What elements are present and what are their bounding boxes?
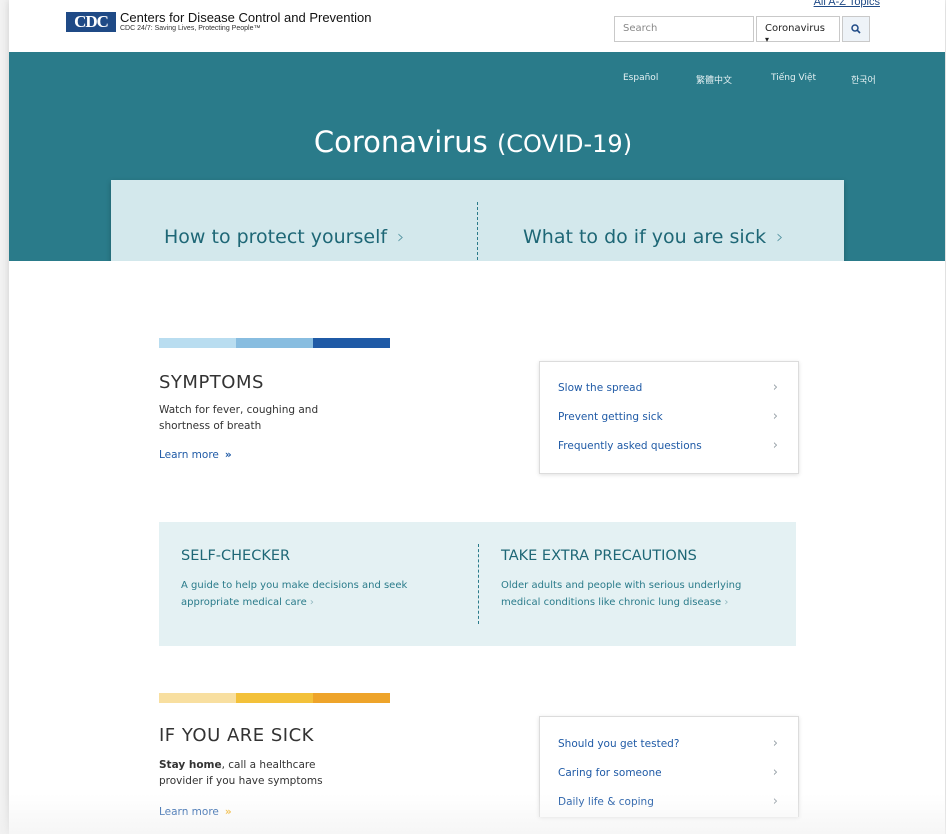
protect-yourself-label: How to protect yourself [164,226,388,248]
chevron-right-icon: › [772,409,778,424]
protect-yourself-link[interactable]: How to protect yourself › [164,226,405,248]
self-checker-precautions-box: SELF-CHECKER A guide to help you make de… [159,522,796,646]
search-button[interactable] [842,16,870,42]
chevron-right-icon: › [397,226,405,248]
cdc-logo[interactable]: CDC [66,12,116,32]
link-should-you-get-tested[interactable]: Should you get tested? › [540,730,798,759]
link-faq[interactable]: Frequently asked questions › [540,432,798,461]
tagline: CDC 24/7: Saving Lives, Protecting Peopl… [120,25,261,32]
link-caring-for-someone[interactable]: Caring for someone › [540,759,798,788]
symptoms-bar-1 [159,338,236,348]
link-prevent-getting-sick[interactable]: Prevent getting sick › [540,403,798,432]
org-name[interactable]: Centers for Disease Control and Preventi… [120,10,371,25]
symptoms-bar-3 [313,338,390,348]
sick-bar-3 [313,693,390,703]
sick-links-card: Should you get tested? › Caring for someo… [539,716,799,817]
link-label: Frequently asked questions [558,440,702,452]
link-slow-the-spread[interactable]: Slow the spread › [540,374,798,403]
self-checker-title[interactable]: SELF-CHECKER [181,548,290,564]
if-sick-learn-more[interactable]: Learn more » [159,806,232,818]
link-daily-life-coping[interactable]: Daily life & coping › [540,788,798,817]
page-title-main: Coronavirus [313,125,488,159]
hero-divider [477,202,478,270]
symptoms-description: Watch for fever, coughing and shortness … [159,404,319,432]
search-scope-label: Coronavirus [765,23,825,34]
chevron-right-icon: › [776,226,784,248]
sick-bar-2 [236,693,313,703]
chevron-down-icon: ▾ [765,35,770,44]
link-label: Prevent getting sick [558,411,663,423]
if-sick-description: Stay home, call a healthcare provider if… [159,757,359,789]
if-sick-label: What to do if you are sick [523,226,767,248]
chevron-right-icon: › [309,597,314,608]
symptoms-learn-more[interactable]: Learn more » [159,449,232,461]
learn-more-label: Learn more [159,449,219,461]
if-sick-title: IF YOU ARE SICK [159,725,314,746]
search-input[interactable]: Search [614,16,754,42]
chevron-right-icon: › [772,380,778,395]
search-icon [851,24,861,34]
chevron-right-icon: › [772,794,778,809]
double-chevron-right-icon: » [224,806,232,818]
info-divider [478,544,479,624]
precautions-description: Older adults and people with serious und… [501,580,742,608]
precautions-title[interactable]: TAKE EXTRA PRECAUTIONS [501,548,697,564]
symptoms-bar-2 [236,338,313,348]
language-link-vietnamese[interactable]: Tiếng Việt [771,73,816,83]
if-sick-link[interactable]: What to do if you are sick › [523,226,784,248]
link-label: Daily life & coping [558,796,654,808]
link-label: Slow the spread [558,382,643,394]
symptoms-links-card: Slow the spread › Prevent getting sick › F… [539,361,799,474]
language-link-chinese[interactable]: 繁體中文 [696,73,732,86]
chevron-right-icon: › [772,438,778,453]
chevron-right-icon: › [772,736,778,751]
language-link-spanish[interactable]: Español [623,73,658,83]
page-title-sub: (COVID-19) [496,130,633,158]
self-checker-link[interactable]: A guide to help you make decisions and s… [181,577,451,611]
language-link-korean[interactable]: 한국어 [851,73,876,86]
learn-more-label: Learn more [159,806,219,818]
chevron-right-icon: › [772,765,778,780]
chevron-right-icon: › [724,597,729,608]
symptoms-title: SYMPTOMS [159,372,264,393]
stay-home-emphasis: Stay home [159,759,222,771]
sick-bar-1 [159,693,236,703]
self-checker-description: A guide to help you make decisions and s… [181,580,408,608]
link-label: Caring for someone [558,767,662,779]
link-label: Should you get tested? [558,738,680,750]
page-title: Coronavirus (COVID-19) [0,125,946,159]
a-z-topics-link[interactable]: All A-Z Topics [814,0,880,8]
precautions-link[interactable]: Older adults and people with serious und… [501,577,781,611]
search-scope-select[interactable]: Coronavirus ▾ [756,16,840,44]
double-chevron-right-icon: » [224,449,232,461]
